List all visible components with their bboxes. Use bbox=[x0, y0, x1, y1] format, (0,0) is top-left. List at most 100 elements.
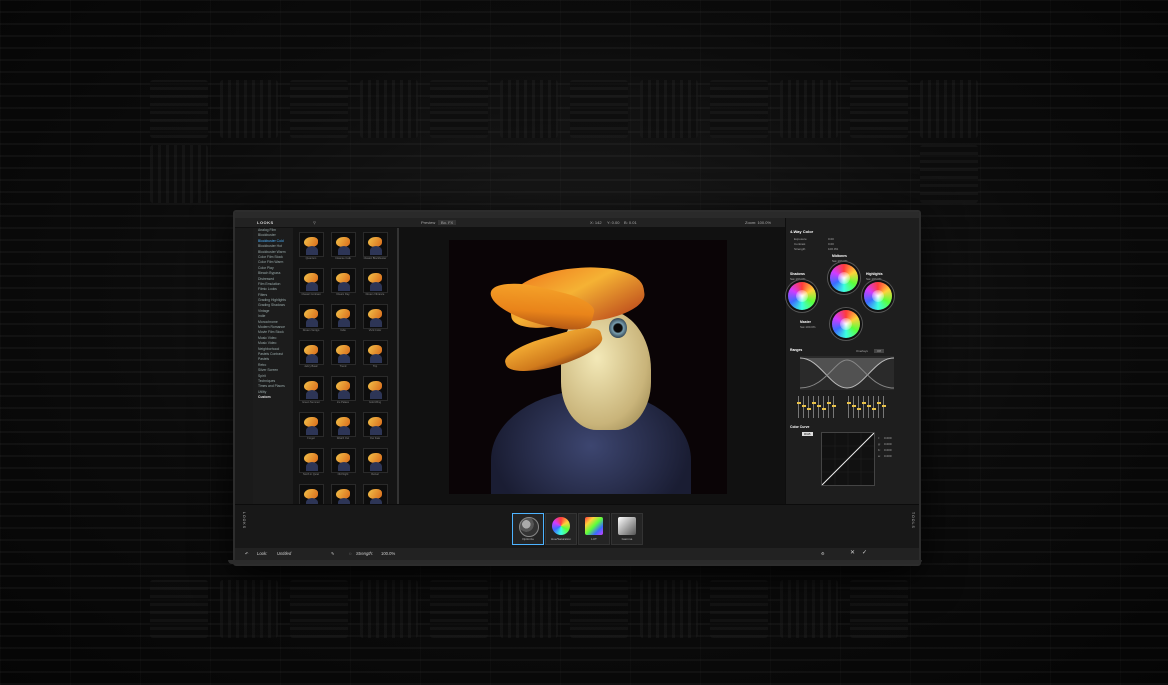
highlights-wheel[interactable] bbox=[864, 282, 892, 310]
range-slider-knob[interactable] bbox=[876, 402, 881, 404]
exposure-value[interactable]: 0.00 bbox=[828, 237, 834, 241]
shadows-sat: Sat 100.0% bbox=[790, 277, 806, 281]
thumbnail-body bbox=[306, 318, 318, 327]
look-label: Forget bbox=[307, 437, 315, 440]
thumbnail-body bbox=[370, 390, 382, 399]
look-thumbnail[interactable] bbox=[299, 448, 324, 473]
look-thumbnail[interactable] bbox=[363, 268, 388, 293]
ranges-curves bbox=[799, 357, 895, 389]
range-slider-knob[interactable] bbox=[861, 402, 866, 404]
look-thumbnail[interactable] bbox=[363, 412, 388, 437]
look-name[interactable]: Untitled bbox=[277, 551, 291, 556]
color-curve-graph[interactable] bbox=[821, 432, 875, 486]
look-thumbnail[interactable] bbox=[299, 340, 324, 365]
settings-icon[interactable]: ⚙ bbox=[821, 551, 825, 556]
look-thumbnail[interactable] bbox=[331, 232, 356, 257]
look-thumbnail[interactable] bbox=[363, 232, 388, 257]
midtones-wheel[interactable] bbox=[830, 264, 858, 292]
search-icon[interactable]: ⚲ bbox=[313, 220, 316, 225]
range-slider-knob[interactable] bbox=[871, 408, 876, 410]
range-slider-knob[interactable] bbox=[826, 402, 831, 404]
look-thumbnail[interactable] bbox=[363, 304, 388, 329]
overlays-toggle[interactable]: Off bbox=[874, 349, 884, 353]
shadows-label: Shadows bbox=[790, 272, 805, 276]
cancel-icon[interactable]: ✕ bbox=[850, 549, 855, 556]
look-thumbnail[interactable] bbox=[331, 340, 356, 365]
preset-dropdown[interactable]: Bo. FX bbox=[438, 220, 457, 225]
look-thumbnail[interactable] bbox=[363, 484, 388, 504]
sidebar-item[interactable]: Custom bbox=[253, 395, 293, 400]
edit-icon[interactable]: ✎ bbox=[331, 551, 335, 556]
color-curve-label[interactable]: Color Curve bbox=[790, 425, 809, 429]
filter-gamma[interactable]: Gamma bbox=[611, 513, 643, 545]
range-slider-knob[interactable] bbox=[851, 405, 856, 407]
look-thumbnail[interactable] bbox=[363, 448, 388, 473]
range-slider-knob[interactable] bbox=[881, 405, 886, 407]
strength-value[interactable]: 100.0% bbox=[828, 247, 838, 251]
curve-value: 0.000 bbox=[884, 454, 892, 458]
highlights-sat: Sat 100.0% bbox=[866, 277, 882, 281]
filter-hue-saturation[interactable]: Hue/Saturation bbox=[545, 513, 577, 545]
curve-axis-label: g: bbox=[878, 442, 881, 446]
thumbnail-body bbox=[338, 426, 350, 435]
range-slider-knob[interactable] bbox=[821, 408, 826, 410]
look-label: Classic Contrast bbox=[301, 293, 321, 296]
look-thumbnail[interactable] bbox=[331, 448, 356, 473]
filter-lut[interactable]: LUT bbox=[578, 513, 610, 545]
foam-tile bbox=[290, 80, 348, 138]
coord-b: B: 0.01 bbox=[624, 220, 637, 225]
range-slider-knob[interactable] bbox=[856, 408, 861, 410]
status-strength-label: Strength: bbox=[356, 551, 373, 556]
look-thumbnail[interactable] bbox=[299, 268, 324, 293]
looks-side-tab[interactable]: LOOKS bbox=[238, 512, 246, 529]
look-thumbnail[interactable] bbox=[331, 304, 356, 329]
look-thumbnail[interactable] bbox=[299, 232, 324, 257]
highlights-label: Highlights bbox=[866, 272, 883, 276]
curve-channel[interactable]: RGB bbox=[802, 432, 813, 436]
range-slider-knob[interactable] bbox=[796, 402, 801, 404]
master-wheel[interactable] bbox=[832, 310, 860, 338]
range-slider-track bbox=[813, 396, 814, 418]
look-thumbnail[interactable] bbox=[363, 376, 388, 401]
hue-wheel-icon bbox=[552, 517, 570, 535]
look-thumbnail[interactable] bbox=[299, 304, 324, 329]
look-thumbnail[interactable] bbox=[363, 340, 388, 365]
ranges-graph[interactable] bbox=[799, 356, 895, 390]
look-label: Look: bbox=[257, 551, 268, 556]
curve-axis-label: a: bbox=[878, 454, 881, 458]
thumbnail-body bbox=[370, 318, 382, 327]
range-slider-knob[interactable] bbox=[811, 402, 816, 404]
look-thumbnail[interactable] bbox=[299, 484, 324, 504]
apply-icon[interactable]: ✓ bbox=[862, 549, 867, 556]
range-sliders-right[interactable] bbox=[846, 396, 888, 418]
look-thumbnail[interactable] bbox=[299, 412, 324, 437]
foam-tile bbox=[640, 80, 698, 138]
range-slider-track bbox=[833, 396, 834, 418]
look-thumbnail[interactable] bbox=[299, 376, 324, 401]
tools-side-tab[interactable]: TOOLS bbox=[907, 512, 915, 529]
look-label: Ice Palace bbox=[336, 401, 350, 404]
undo-icon[interactable]: ↶ bbox=[245, 551, 249, 556]
range-slider-knob[interactable] bbox=[806, 408, 811, 410]
range-slider-knob[interactable] bbox=[816, 405, 821, 407]
shadows-wheel[interactable] bbox=[788, 282, 816, 310]
look-thumbnail[interactable] bbox=[331, 376, 356, 401]
curve-value: 0.000 bbox=[884, 448, 892, 452]
range-slider-knob[interactable] bbox=[846, 402, 851, 404]
foam-tile bbox=[150, 80, 208, 138]
look-thumbnail[interactable] bbox=[331, 412, 356, 437]
range-slider-knob[interactable] bbox=[801, 405, 806, 407]
range-slider-track bbox=[858, 396, 859, 418]
filter-optimize[interactable]: Optimize bbox=[512, 513, 544, 545]
foam-tile bbox=[780, 580, 838, 638]
look-label: Dream Vertigo bbox=[302, 329, 320, 332]
range-slider-knob[interactable] bbox=[831, 405, 836, 407]
contrast-value[interactable]: 0.00 bbox=[828, 242, 834, 246]
look-thumbnail[interactable] bbox=[331, 268, 356, 293]
look-thumbnail[interactable] bbox=[331, 484, 356, 504]
range-slider-knob[interactable] bbox=[866, 405, 871, 407]
range-sliders-left[interactable] bbox=[796, 396, 838, 418]
bird-eye bbox=[609, 318, 627, 338]
status-strength-value[interactable]: 100.0% bbox=[381, 551, 395, 556]
photo-preview[interactable] bbox=[449, 240, 727, 494]
